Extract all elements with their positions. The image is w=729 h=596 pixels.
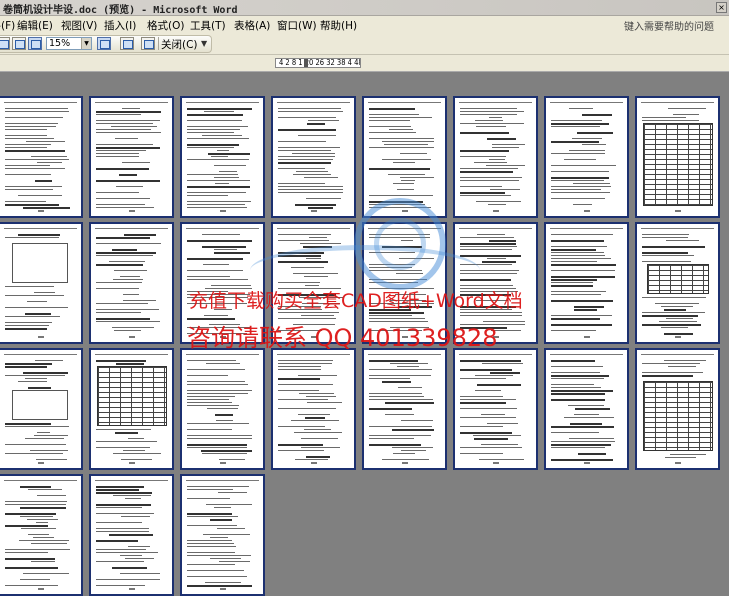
magnifier-button[interactable] [0, 37, 10, 50]
toolbar-separator [158, 37, 159, 50]
toolbar-options-icon[interactable]: ▼ [201, 39, 207, 48]
menu-help[interactable]: 帮助(H) [320, 18, 357, 33]
horizontal-ruler[interactable]: 4 2 8 1 20 26 32 38 4 48 [275, 58, 361, 68]
page-thumbnail[interactable] [271, 96, 356, 218]
page-thumbnail[interactable] [362, 348, 447, 470]
window-close-button[interactable]: × [716, 2, 727, 13]
window-title: 卷筒机设计毕设.doc (预览) - Microsoft Word [3, 5, 238, 16]
shrink-to-fit-icon [123, 40, 133, 49]
page-thumbnail[interactable] [180, 348, 265, 470]
page-thumbnail[interactable] [635, 96, 720, 218]
page-thumbnail[interactable] [0, 222, 83, 344]
page-thumbnail[interactable] [0, 348, 83, 470]
full-screen-icon [144, 40, 154, 49]
page-thumbnail[interactable] [453, 348, 538, 470]
page-thumbnail[interactable] [271, 348, 356, 470]
page-thumbnail[interactable] [453, 96, 538, 218]
ruler-indent-marker[interactable] [304, 59, 308, 67]
watermark-logo-icon [354, 198, 446, 290]
ruler-bar: 4 2 8 1 20 26 32 38 4 48 [0, 55, 729, 72]
chevron-down-icon[interactable]: ▼ [81, 38, 91, 49]
help-search-box[interactable]: 键入需要帮助的问题 [624, 18, 714, 33]
page-thumbnail[interactable] [89, 474, 174, 596]
close-preview-button[interactable]: 关闭(C) [161, 37, 198, 52]
view-ruler-button[interactable] [97, 37, 111, 50]
ruler-scale: 4 2 8 1 20 26 32 38 4 48 [279, 58, 361, 67]
zoom-value: 15% [49, 38, 71, 49]
view-ruler-icon [100, 40, 110, 49]
page-thumbnail[interactable] [180, 96, 265, 218]
page-thumbnail[interactable] [89, 222, 174, 344]
page-thumbnail[interactable] [0, 474, 83, 596]
watermark-text-line2: 咨询请联系 QQ 401339828 [187, 324, 498, 352]
menu-format[interactable]: 格式(O) [147, 18, 184, 33]
menu-tools[interactable]: 工具(T) [190, 18, 226, 33]
menu-window[interactable]: 窗口(W) [277, 18, 317, 33]
page-thumbnail[interactable] [89, 96, 174, 218]
menu-view[interactable]: 视图(V) [61, 18, 97, 33]
print-preview-toolbar: 15% ▼ 关闭(C) ▼ [0, 34, 729, 55]
page-thumbnail[interactable] [0, 96, 83, 218]
watermark-text-line1: 充值下载购买全套CAD图纸+Word文档 [189, 290, 523, 312]
page-thumbnail[interactable] [635, 222, 720, 344]
menu-edit[interactable]: 编辑(E) [17, 18, 53, 33]
page-thumbnail[interactable] [89, 348, 174, 470]
menu-bar: 文件(F) 编辑(E) 视图(V) 插入(I) 格式(O) 工具(T) 表格(A… [0, 16, 729, 34]
title-bar: 卷筒机设计毕设.doc (预览) - Microsoft Word × [0, 0, 729, 16]
page-thumbnail[interactable] [544, 222, 629, 344]
multiple-pages-button[interactable] [28, 37, 42, 50]
magnifier-icon [0, 40, 9, 49]
multiple-pages-icon [31, 40, 41, 49]
menu-table[interactable]: 表格(A) [234, 18, 270, 33]
shrink-to-fit-button[interactable] [120, 37, 134, 50]
menu-file[interactable]: 文件(F) [0, 18, 15, 33]
menu-insert[interactable]: 插入(I) [104, 18, 136, 33]
one-page-button[interactable] [12, 37, 26, 50]
zoom-select[interactable]: 15% ▼ [46, 37, 92, 50]
full-screen-button[interactable] [141, 37, 155, 50]
page-thumbnail[interactable] [544, 96, 629, 218]
page-thumbnail[interactable] [180, 474, 265, 596]
one-page-icon [15, 40, 25, 49]
page-thumbnail[interactable] [544, 348, 629, 470]
page-thumbnail[interactable] [635, 348, 720, 470]
